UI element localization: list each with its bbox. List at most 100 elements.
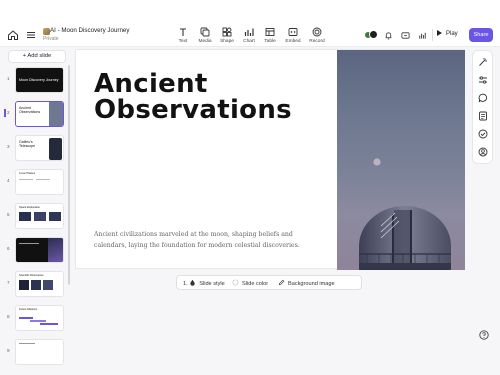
slide-number: 8 (7, 314, 10, 319)
thumbnail-preview (15, 339, 64, 365)
comment-icon[interactable] (478, 93, 488, 103)
slide-thumbnail[interactable]: 1 Moon Discovery Journey (0, 67, 68, 93)
slide-thumbnail[interactable]: 8 Future Missions (0, 305, 68, 331)
thumbnail-title: Space Exploration (19, 206, 41, 209)
analytics-icon[interactable] (418, 31, 427, 40)
thumbnail-preview: Space Exploration (15, 203, 64, 229)
slide-thumbnail[interactable]: 6 (0, 237, 68, 263)
slide-color-button[interactable]: Slide color (232, 279, 268, 287)
embed-tool-button[interactable]: Embed (282, 27, 304, 45)
chart-tool-button[interactable]: Chart (238, 27, 260, 45)
hamburger-menu-icon[interactable] (26, 30, 36, 40)
media-icon (200, 27, 210, 37)
presentation-editor: AI - Moon Discovery Journey Private Text… (0, 0, 500, 375)
shape-icon (222, 27, 232, 37)
toolbar-divider (432, 29, 433, 41)
thumbnail-preview: Scientific Discoveries (15, 271, 64, 297)
thumbnail-title: Future Missions (19, 308, 38, 311)
observatory-illustration (359, 158, 451, 270)
magic-wand-icon[interactable] (478, 57, 488, 67)
deck-title[interactable]: AI - Moon Discovery Journey (50, 27, 129, 34)
paint-drop-icon (190, 279, 195, 286)
dome-slit-opening (394, 210, 410, 270)
shape-tool-button[interactable]: Shape (216, 27, 238, 45)
thumbnail-image (31, 280, 41, 290)
dome-base (359, 263, 451, 270)
thumbnail-preview: Lunar Phases (15, 169, 64, 195)
thumbnail-text-line (36, 179, 50, 180)
color-swatch-icon (232, 279, 239, 286)
add-slide-button[interactable]: + Add slide (8, 50, 66, 63)
text-tool-label: Text (178, 39, 188, 44)
slide-thumbnail[interactable]: 3 Galileo's Telescope (0, 135, 68, 161)
thumbnail-preview: Moon Discovery Journey (15, 67, 64, 93)
top-toolbar: AI - Moon Discovery Journey Private Text… (0, 0, 500, 47)
embed-tool-label: Embed (285, 39, 301, 44)
table-tool-label: Table (264, 39, 276, 44)
play-label: Play (446, 31, 458, 37)
chart-tool-label: Chart (243, 39, 255, 44)
chart-icon (244, 28, 254, 36)
slide-thumbnail[interactable]: 2 Ancient Observations (0, 101, 68, 127)
slide-number: 7 (7, 280, 10, 285)
slide-number: 9 (7, 348, 10, 353)
text-icon (180, 28, 186, 36)
slide-title-line: Ancient (94, 69, 208, 99)
text-tool-button[interactable]: Text (172, 27, 194, 45)
slide-title[interactable]: Ancient Observations (94, 71, 292, 123)
collaborator-avatars[interactable] (364, 30, 378, 40)
notes-icon[interactable] (478, 111, 488, 121)
slide-number-label: 1. (183, 281, 188, 287)
embed-icon (288, 28, 298, 36)
slide-style-label: Slide style (199, 281, 225, 287)
thumbnail-title: Lunar Phases (19, 172, 36, 175)
record-tool-label: Record (309, 39, 325, 44)
thumbnail-text-line (19, 179, 33, 180)
slide-number: 5 (7, 212, 10, 217)
home-icon[interactable] (7, 29, 19, 41)
pencil-icon (278, 279, 285, 286)
background-image-button[interactable]: Background image (278, 279, 335, 287)
media-tool-label: Media (198, 39, 212, 44)
thumbnail-image (49, 138, 62, 160)
thumbnail-title: Scientific Discoveries (19, 274, 44, 277)
table-tool-button[interactable]: Table (259, 27, 281, 45)
help-icon[interactable] (479, 330, 489, 340)
slide-thumbnail-rail: 1 Moon Discovery Journey 2 Ancient Obser… (0, 67, 72, 367)
record-icon (312, 27, 322, 37)
selected-indicator (4, 109, 6, 117)
slide-canvas[interactable]: Ancient Observations Ancient civilizatio… (75, 49, 465, 270)
slide-thumbnail[interactable]: 4 Lunar Phases (0, 169, 68, 195)
present-screen-icon[interactable] (401, 31, 410, 40)
checklist-icon[interactable] (478, 129, 488, 139)
slide-color-label: Slide color (242, 281, 269, 287)
slide-number: 6 (7, 246, 10, 251)
slide-number: 2 (7, 110, 10, 115)
thumbnail-image (48, 238, 63, 262)
thumbnail-image (49, 102, 63, 126)
thumbnail-preview (15, 237, 64, 263)
slide-thumbnail[interactable]: 7 Scientific Discoveries (0, 271, 68, 297)
sliders-icon[interactable] (478, 75, 488, 85)
thumbnail-timeline-bar (19, 317, 33, 319)
play-button[interactable]: Play (437, 30, 458, 41)
background-image-label: Background image (288, 281, 335, 287)
moon-shape (373, 158, 381, 166)
record-tool-button[interactable]: Record (306, 27, 328, 45)
observatory-image[interactable] (337, 50, 465, 270)
thumbnail-image (19, 280, 29, 290)
bell-icon[interactable] (384, 31, 393, 40)
user-icon[interactable] (478, 147, 488, 157)
privacy-status[interactable]: Private (43, 36, 59, 42)
slide-thumbnail[interactable]: 5 Space Exploration (0, 203, 68, 229)
thumbnail-image (19, 212, 31, 221)
slide-format-toolbar: 1. Slide style Slide color Background im… (176, 275, 362, 290)
media-tool-button[interactable]: Media (194, 27, 216, 45)
slide-thumbnail[interactable]: 9 (0, 339, 68, 365)
slide-body-text[interactable]: Ancient civilizations marveled at the mo… (94, 230, 319, 251)
thumbnail-text-line (19, 243, 39, 244)
slide-style-button[interactable]: 1. Slide style (183, 279, 225, 287)
thumbnail-preview: Galileo's Telescope (15, 135, 64, 161)
thumbnail-timeline-bar (30, 320, 46, 322)
share-button[interactable]: Share (469, 28, 493, 42)
